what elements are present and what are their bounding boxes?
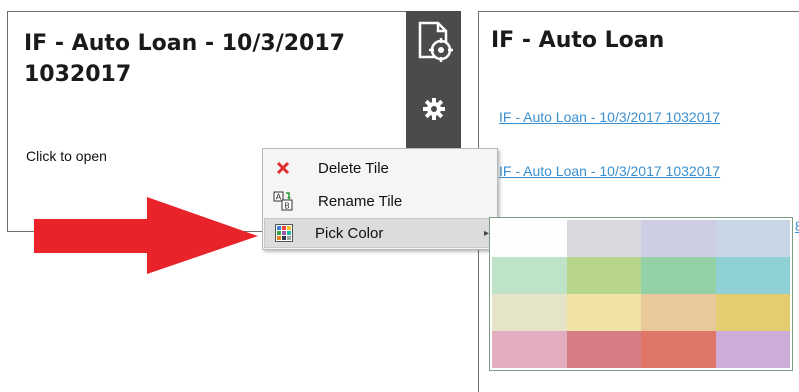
- color-swatch-4[interactable]: [715, 220, 790, 257]
- color-swatch-2[interactable]: [566, 220, 641, 257]
- tile-open-hint: Click to open: [26, 148, 107, 164]
- menu-item-label: Delete Tile: [318, 159, 389, 177]
- document-target-icon[interactable]: [406, 19, 461, 63]
- color-swatch-7[interactable]: [641, 257, 716, 294]
- tile-link-3[interactable]: 8: [795, 218, 799, 234]
- color-swatch-10[interactable]: [566, 294, 641, 331]
- menu-item-pick-color[interactable]: Pick Color ▸: [264, 218, 496, 248]
- color-swatch-12[interactable]: [715, 294, 790, 331]
- tile-side-toolbar: [406, 11, 461, 151]
- color-swatch-15[interactable]: [641, 331, 716, 368]
- svg-text:B: B: [284, 202, 290, 211]
- pointer-arrow-icon: [34, 197, 258, 274]
- color-swatch-14[interactable]: [566, 331, 641, 368]
- delete-x-icon: [270, 155, 296, 181]
- menu-item-rename-tile[interactable]: A B Rename Tile: [264, 186, 496, 216]
- menu-item-delete-tile[interactable]: Delete Tile: [264, 153, 496, 183]
- tile-title: IF - Auto Loan - 10/3/2017 1032017: [24, 31, 345, 87]
- tile-link-2[interactable]: IF - Auto Loan - 10/3/2017 1032017: [499, 163, 720, 179]
- color-swatch-9[interactable]: [492, 294, 567, 331]
- tile-link-1[interactable]: IF - Auto Loan - 10/3/2017 1032017: [499, 109, 720, 125]
- color-swatch-16[interactable]: [715, 331, 790, 368]
- svg-text:A: A: [276, 193, 282, 202]
- gear-icon[interactable]: [406, 97, 461, 121]
- rename-ab-icon: A B: [270, 188, 296, 214]
- color-swatch-8[interactable]: [715, 257, 790, 294]
- color-swatch-5[interactable]: [492, 257, 567, 294]
- tile-context-menu: Delete Tile A B Rename Tile Pick Color ▸: [262, 148, 498, 250]
- menu-item-label: Rename Tile: [318, 192, 403, 210]
- color-swatch-13[interactable]: [492, 331, 567, 368]
- menu-item-label: Pick Color: [315, 224, 384, 242]
- color-swatch-11[interactable]: [641, 294, 716, 331]
- color-swatch-1[interactable]: [492, 220, 567, 257]
- color-grid-icon: [271, 220, 297, 246]
- color-swatch-3[interactable]: [641, 220, 716, 257]
- color-swatch-6[interactable]: [566, 257, 641, 294]
- tile-list-title: IF - Auto Loan: [491, 28, 665, 53]
- color-palette: [489, 217, 793, 371]
